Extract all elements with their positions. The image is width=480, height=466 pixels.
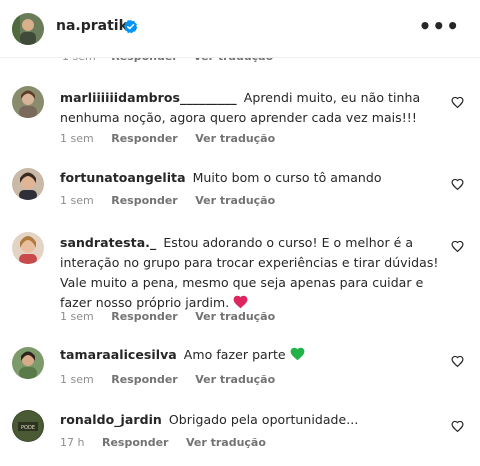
reply-button[interactable]: Responder: [111, 373, 178, 386]
more-options-icon[interactable]: •••: [419, 14, 460, 38]
verified-badge-icon: [123, 19, 138, 34]
post-header: na.pratika •••: [0, 0, 480, 58]
like-heart-icon[interactable]: [451, 96, 464, 109]
comment-body: Obrigado pela oportunidade...: [168, 412, 359, 427]
like-heart-icon[interactable]: [451, 420, 464, 433]
translate-button[interactable]: Ver tradução: [195, 310, 275, 323]
comment-meta: 1 sem Responder Ver tradução: [60, 373, 289, 386]
commenter-avatar[interactable]: [12, 168, 44, 200]
comment-text: fortunatoangelita Muito bom o curso tô a…: [60, 168, 440, 188]
commenter-username[interactable]: sandratesta._: [60, 235, 156, 250]
commenter-username[interactable]: fortunatoangelita: [60, 170, 186, 185]
commenter-avatar[interactable]: PODE: [12, 410, 44, 442]
commenter-avatar[interactable]: [12, 232, 44, 264]
green-heart-emoji-icon: [290, 347, 305, 361]
reply-button[interactable]: Responder: [102, 436, 169, 449]
comment-text: tamaraalicesilva Amo fazer parte: [60, 345, 440, 365]
comment-body: Amo fazer parte: [183, 347, 286, 362]
comment-meta: 1 sem Responder Ver tradução: [60, 194, 289, 207]
like-heart-icon[interactable]: [451, 355, 464, 368]
commenter-avatar[interactable]: [12, 86, 44, 118]
reply-button[interactable]: Responder: [111, 310, 178, 323]
svg-text:PODE: PODE: [21, 425, 35, 431]
commenter-username[interactable]: marliiiiiidambros_________: [60, 90, 237, 105]
translate-button[interactable]: Ver tradução: [186, 436, 266, 449]
translate-button[interactable]: Ver tradução: [195, 132, 275, 145]
comment-body: Muito bom o curso tô amando: [192, 170, 382, 185]
red-heart-emoji-icon: [233, 295, 248, 309]
like-heart-icon[interactable]: [451, 240, 464, 253]
comment-text: ronaldo_jardin Obrigado pela oportunidad…: [60, 410, 440, 430]
comment-time: 1 sem: [60, 373, 94, 386]
post-author-avatar[interactable]: [12, 13, 44, 45]
reply-button[interactable]: Responder: [111, 194, 178, 207]
comment-time: 1 sem: [60, 194, 94, 207]
comment-text: sandratesta._ Estou adorando o curso! E …: [60, 233, 440, 313]
commenter-username[interactable]: ronaldo_jardin: [60, 412, 162, 427]
reply-button[interactable]: Responder: [111, 132, 178, 145]
comment-meta: 17 h Responder Ver tradução: [60, 436, 280, 449]
comment-meta: 1 sem Responder Ver tradução: [60, 132, 289, 145]
comment-time: 1 sem: [60, 132, 94, 145]
comment-time: 1 sem: [60, 310, 94, 323]
comment-text: marliiiiiidambros_________ Aprendi muito…: [60, 88, 440, 128]
commenter-username[interactable]: tamaraalicesilva: [60, 347, 177, 362]
like-heart-icon[interactable]: [451, 178, 464, 191]
comment-meta: 1 sem Responder Ver tradução: [60, 310, 289, 323]
translate-button[interactable]: Ver tradução: [195, 194, 275, 207]
comment-time: 17 h: [60, 436, 85, 449]
commenter-avatar[interactable]: [12, 347, 44, 379]
translate-button[interactable]: Ver tradução: [195, 373, 275, 386]
